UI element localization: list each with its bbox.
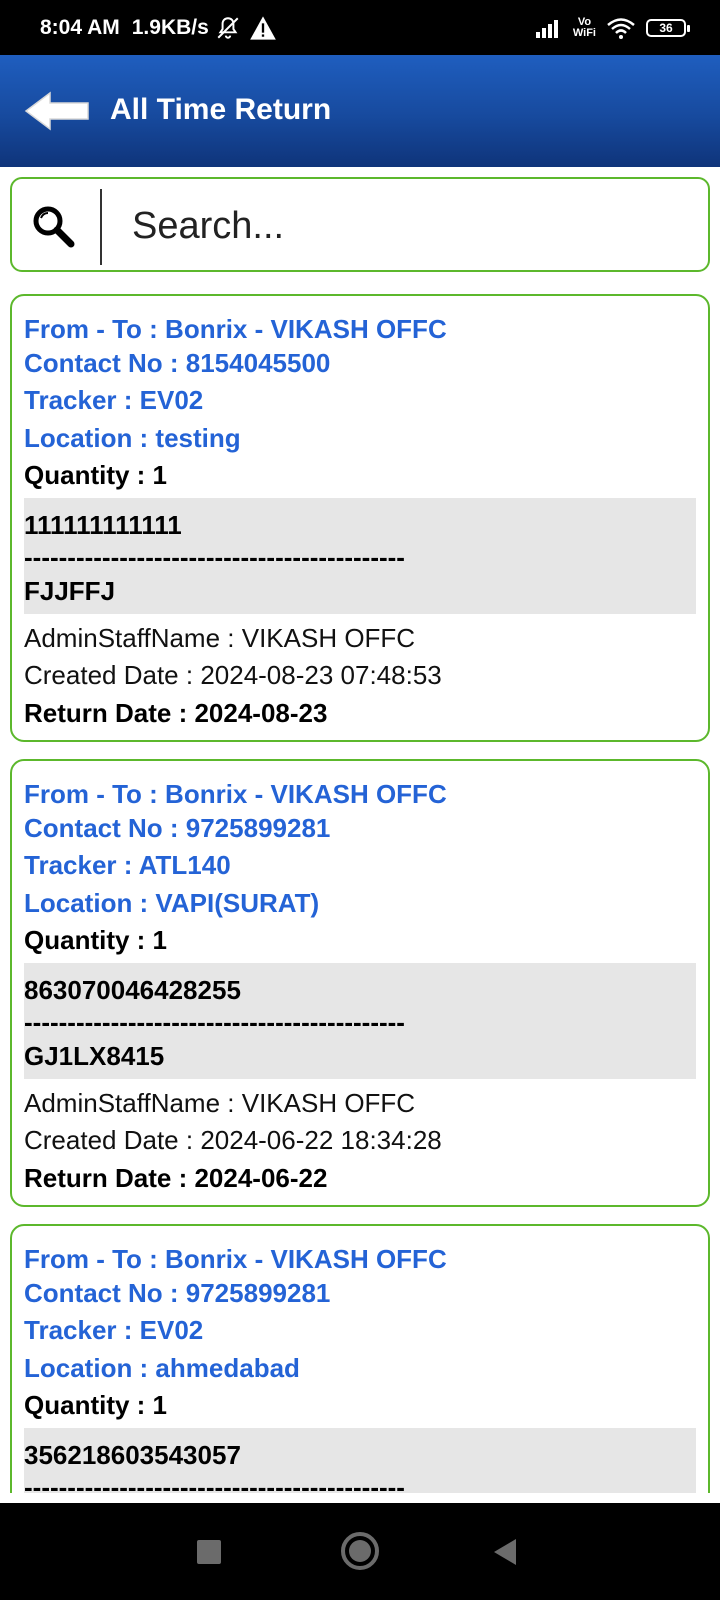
record-tracker: Tracker : EV02 bbox=[24, 385, 204, 415]
record-contact: Contact No : 9725899281 bbox=[24, 813, 331, 843]
record-separator: ----------------------------------------… bbox=[24, 542, 405, 572]
record-from-to: From - To : Bonrix - VIKASH OFFC bbox=[24, 314, 447, 344]
record-from-to: From - To : Bonrix - VIKASH OFFC bbox=[24, 779, 447, 809]
record-separator: ----------------------------------------… bbox=[24, 1472, 405, 1493]
record-quantity: Quantity : 1 bbox=[24, 460, 168, 490]
record-admin: AdminStaffName : VIKASH OFFC bbox=[24, 623, 416, 653]
record-detail-box: 111111111111 ---------------------------… bbox=[24, 498, 696, 614]
record-location: Location : VAPI(SURAT) bbox=[24, 888, 320, 918]
system-nav-bar bbox=[0, 1503, 720, 1600]
back-triangle-icon[interactable] bbox=[492, 1537, 518, 1567]
recents-square-icon[interactable] bbox=[196, 1539, 222, 1565]
record-created: Created Date : 2024-08-23 07:48:53 bbox=[24, 660, 442, 690]
record-contact: Contact No : 9725899281 bbox=[24, 1278, 331, 1308]
record-tracker: Tracker : EV02 bbox=[24, 1315, 204, 1345]
record-vehicle: FJJFFJ bbox=[24, 576, 116, 606]
record-contact: Contact No : 8154045500 bbox=[24, 348, 331, 378]
record-admin: AdminStaffName : VIKASH OFFC bbox=[24, 1088, 416, 1118]
record-location: Location : ahmedabad bbox=[24, 1353, 300, 1383]
record-code: 863070046428255 bbox=[24, 975, 241, 1005]
record-code: 356218603543057 bbox=[24, 1440, 241, 1470]
record-card[interactable]: From - To : Bonrix - VIKASH OFFC Contact… bbox=[10, 294, 710, 742]
record-tracker: Tracker : ATL140 bbox=[24, 850, 231, 880]
record-location: Location : testing bbox=[24, 423, 241, 453]
record-return: Return Date : 2024-08-23 bbox=[24, 698, 328, 728]
record-card[interactable]: From - To : Bonrix - VIKASH OFFC Contact… bbox=[10, 759, 710, 1207]
record-quantity: Quantity : 1 bbox=[24, 925, 168, 955]
record-from-to: From - To : Bonrix - VIKASH OFFC bbox=[24, 1244, 447, 1274]
record-return: Return Date : 2024-06-22 bbox=[24, 1163, 328, 1193]
record-created: Created Date : 2024-06-22 18:34:28 bbox=[24, 1125, 442, 1155]
record-detail-box: 863070046428255 ------------------------… bbox=[24, 963, 696, 1079]
record-card[interactable]: From - To : Bonrix - VIKASH OFFC Contact… bbox=[10, 1224, 710, 1493]
home-circle-icon[interactable] bbox=[340, 1531, 380, 1571]
record-code: 111111111111 bbox=[24, 510, 182, 540]
record-separator: ----------------------------------------… bbox=[24, 1007, 405, 1037]
record-quantity: Quantity : 1 bbox=[24, 1390, 168, 1420]
records-list: From - To : Bonrix - VIKASH OFFC Contact… bbox=[0, 0, 720, 1493]
record-vehicle: GJ1LX8415 bbox=[24, 1041, 165, 1071]
record-detail-box: 356218603543057 ------------------------… bbox=[24, 1428, 696, 1493]
